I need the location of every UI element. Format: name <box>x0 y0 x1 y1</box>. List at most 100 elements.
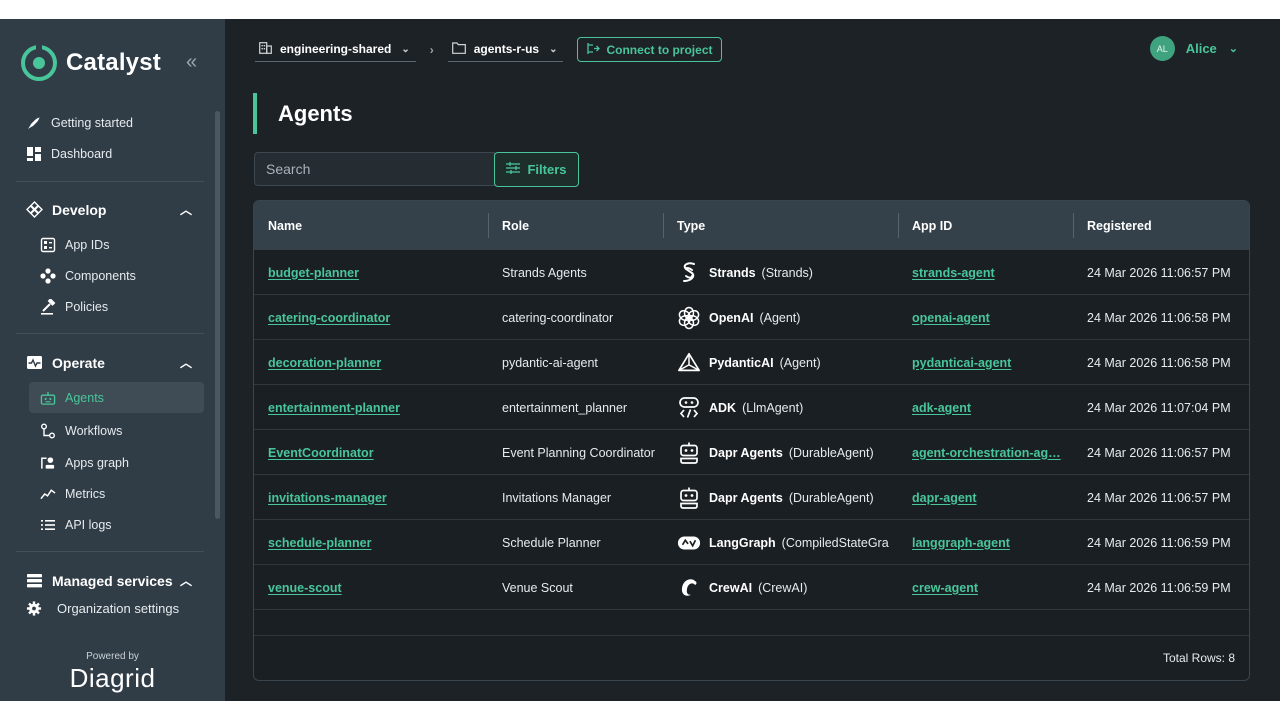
operate-icon <box>26 354 43 371</box>
table-row[interactable]: decoration-planner pydantic-ai-agent Pydan… <box>254 340 1249 385</box>
double-chevron-left-icon[interactable]: « <box>186 51 197 74</box>
sidebar-item-label: Metrics <box>65 487 106 501</box>
role-cell: Event Planning Coordinator <box>502 445 655 460</box>
connect-icon <box>586 42 601 58</box>
column-header-app-id[interactable]: App ID <box>898 201 1073 250</box>
sidebar-item-components[interactable]: Components <box>40 268 136 284</box>
app-id-link[interactable]: dapr-agent <box>912 491 977 505</box>
pydanticai-icon <box>677 351 701 375</box>
user-name: Alice <box>1185 41 1217 56</box>
sidebar-item-organization-settings[interactable]: Organization settings <box>26 600 179 616</box>
name-cell: budget-planner <box>254 250 488 295</box>
registered-cell: 24 Mar 2026 11:06:58 PM <box>1087 310 1231 325</box>
app-id-link[interactable]: strands-agent <box>912 266 995 280</box>
name-cell: EventCoordinator <box>254 430 488 475</box>
dapr-agents-icon <box>677 486 701 510</box>
crewai-icon <box>677 576 701 600</box>
sidebar-section-operate[interactable]: Operate ︿ <box>26 354 192 371</box>
app-id-cell: agent-orchestration-ag… <box>898 430 1073 475</box>
filters-button[interactable]: Filters <box>494 152 579 187</box>
sidebar-item-dashboard[interactable]: Dashboard <box>26 146 112 162</box>
type-class: (LlmAgent) <box>742 400 804 415</box>
agent-name-link[interactable]: catering-coordinator <box>268 311 390 325</box>
org-selector[interactable]: engineering-shared ⌄ <box>255 38 416 62</box>
section-label: Managed services <box>52 572 173 589</box>
sidebar-item-metrics[interactable]: Metrics <box>40 486 105 502</box>
search-input[interactable] <box>254 152 495 186</box>
powered-by-text: Powered by <box>86 651 139 662</box>
column-header-role[interactable]: Role <box>488 201 663 250</box>
project-name: agents-r-us <box>473 42 540 56</box>
diagrid-logo: Diagrid <box>69 663 156 693</box>
app-id-link[interactable]: openai-agent <box>912 311 990 325</box>
app-id-link[interactable]: agent-orchestration-ag… <box>912 446 1061 460</box>
chevron-up-icon: ︿ <box>179 203 192 217</box>
filters-label: Filters <box>527 162 567 177</box>
chevron-down-icon: ⌄ <box>401 43 410 55</box>
name-cell: venue-scout <box>254 565 488 610</box>
agent-name-link[interactable]: venue-scout <box>268 581 342 595</box>
type-name: Dapr Agents <box>709 445 783 460</box>
column-header-registered[interactable]: Registered <box>1073 201 1249 250</box>
connect-to-project-button[interactable]: Connect to project <box>577 37 722 62</box>
sidebar-item-label: Dashboard <box>51 147 113 161</box>
type-class: (Agent) <box>779 355 821 370</box>
app-id-link[interactable]: pydanticai-agent <box>912 356 1011 370</box>
section-label: Operate <box>52 354 105 371</box>
registered-cell: 24 Mar 2026 11:06:59 PM <box>1087 535 1231 550</box>
sidebar-section-managed-services[interactable]: Managed services ︿ <box>26 572 192 589</box>
agents-table: Name Role Type App ID Registered budget-… <box>253 200 1250 681</box>
table-footer-divider <box>254 635 1249 636</box>
role-cell: entertainment_planner <box>502 400 628 415</box>
type-name: Dapr Agents <box>709 490 783 505</box>
type-cell: ADK (LlmAgent) <box>663 385 898 430</box>
agent-name-link[interactable]: schedule-planner <box>268 536 372 550</box>
app-id-link[interactable]: langgraph-agent <box>912 536 1010 550</box>
table-row[interactable]: schedule-planner Schedule Planner LangGrap… <box>254 520 1249 565</box>
sidebar-item-label: Workflows <box>65 424 123 438</box>
brand-logo[interactable]: Catalyst <box>21 43 161 81</box>
sidebar-item-apps-graph[interactable]: Apps graph <box>40 455 129 471</box>
table-row[interactable]: catering-coordinator catering-coordinator… <box>254 295 1249 340</box>
table-row[interactable]: venue-scout Venue Scout CrewAI (CrewAI) crew… <box>254 565 1249 610</box>
agent-name-link[interactable]: decoration-planner <box>268 356 381 370</box>
openai-icon <box>677 306 701 330</box>
project-selector[interactable]: agents-r-us ⌄ <box>447 38 564 62</box>
app-id-link[interactable]: crew-agent <box>912 581 978 595</box>
type-name: ADK <box>709 400 737 415</box>
app-id-cell: dapr-agent <box>898 475 1073 520</box>
agent-name-link[interactable]: invitations-manager <box>268 491 387 505</box>
sidebar-scrollbar[interactable] <box>215 111 220 519</box>
table-row[interactable]: EventCoordinator Event Planning Coordinat… <box>254 430 1249 475</box>
sidebar-item-app-ids[interactable]: App IDs <box>40 237 109 253</box>
sidebar-item-workflows[interactable]: Workflows <box>40 423 122 439</box>
sidebar-section-develop[interactable]: Develop ︿ <box>26 201 192 218</box>
table-row[interactable]: entertainment-planner entertainment_plann… <box>254 385 1249 430</box>
sidebar-item-agents[interactable]: Agents <box>40 390 104 406</box>
table-header: Name Role Type App ID Registered <box>254 201 1249 250</box>
app-id-cell: strands-agent <box>898 250 1073 295</box>
role-cell: Invitations Manager <box>502 490 612 505</box>
dapr-agents-icon <box>677 441 701 465</box>
type-class: (CompiledStateGra <box>781 535 889 550</box>
registered-cell: 24 Mar 2026 11:06:57 PM <box>1087 265 1231 280</box>
table-row[interactable]: invitations-manager Invitations Manager Da… <box>254 475 1249 520</box>
sidebar-item-label: Components <box>65 269 136 283</box>
agent-name-link[interactable]: budget-planner <box>268 266 359 280</box>
name-cell: schedule-planner <box>254 520 488 565</box>
agent-name-link[interactable]: EventCoordinator <box>268 446 374 460</box>
app-id-link[interactable]: adk-agent <box>912 401 971 415</box>
type-cell: Strands (Strands) <box>663 250 898 295</box>
column-header-name[interactable]: Name <box>254 201 488 250</box>
chevron-down-icon: ⌄ <box>1228 43 1238 55</box>
agent-name-link[interactable]: entertainment-planner <box>268 401 400 415</box>
role-cell: Strands Agents <box>502 265 587 280</box>
user-menu[interactable]: AL Alice ⌄ <box>1149 36 1238 61</box>
sidebar-item-api-logs[interactable]: API logs <box>40 517 112 533</box>
sidebar-item-getting-started[interactable]: Getting started <box>26 115 133 131</box>
column-header-type[interactable]: Type <box>663 201 898 250</box>
role-cell: Venue Scout <box>502 580 573 595</box>
type-class: (CrewAI) <box>758 580 808 595</box>
sidebar-item-policies[interactable]: Policies <box>40 299 108 315</box>
table-row[interactable]: budget-planner Strands Agents Strands (Stra… <box>254 250 1249 295</box>
